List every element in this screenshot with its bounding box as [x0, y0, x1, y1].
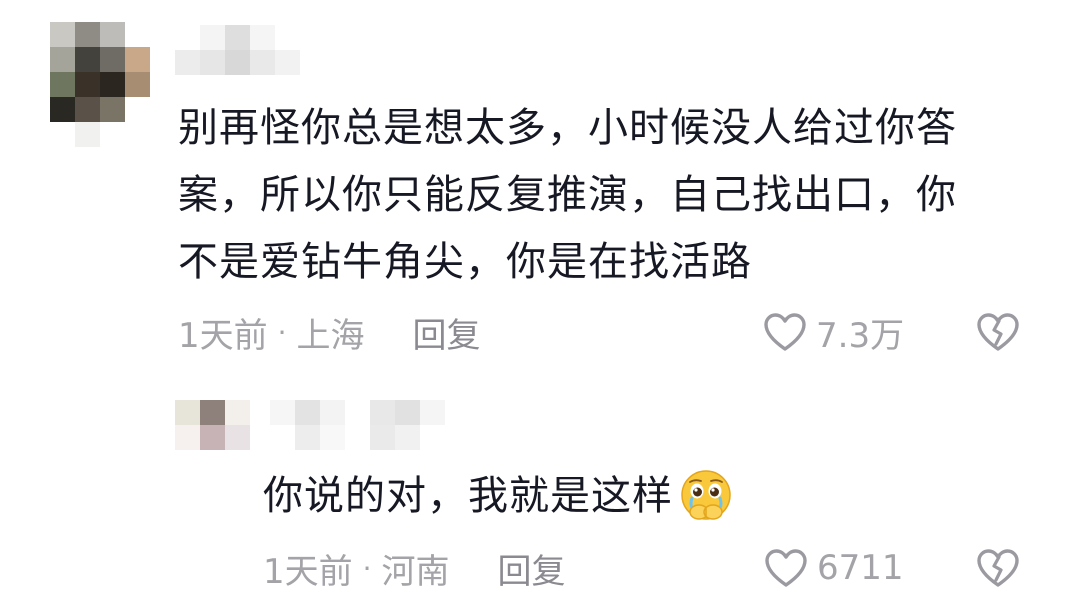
reply-text: 你说的对，我就是这样 [263, 473, 673, 519]
comment-time: 1天前 [178, 315, 268, 356]
comment-meta: 1天前 · 上海 回复 [178, 307, 481, 357]
reply-meta: 1天前 · 河南 回复 [263, 543, 566, 593]
reply-button[interactable]: 回复 [413, 308, 481, 357]
comment-line: 不是爱钻牛角尖，你是在找活路 [178, 239, 752, 285]
reply-time: 1天前 [263, 551, 353, 592]
like-button[interactable]: 6711 [763, 543, 904, 593]
reply-comment-text: 你说的对，我就是这样 [263, 463, 863, 530]
broken-heart-outline-icon [977, 549, 1019, 587]
commenter-avatar[interactable] [50, 22, 150, 147]
comment-location: 上海 [296, 315, 365, 356]
reply-avatar[interactable] [175, 400, 250, 450]
comment-list: 别再怪你总是想太多，小时候没人给过你答 案，所以你只能反复推演，自己找出口，你 … [0, 0, 1080, 603]
pleading-face-with-hands-emoji [681, 469, 731, 520]
comment-line: 案，所以你只能反复推演，自己找出口，你 [178, 172, 957, 218]
reply-button[interactable]: 回复 [498, 544, 566, 593]
like-count: 7.3万 [816, 315, 905, 356]
separator-dot: · [362, 551, 372, 585]
commenter-username[interactable] [175, 25, 300, 75]
like-button[interactable]: 7.3万 [762, 307, 904, 357]
dislike-button[interactable] [975, 307, 1021, 357]
like-count: 6711 [817, 548, 904, 588]
comment-text: 别再怪你总是想太多，小时候没人给过你答 案，所以你只能反复推演，自己找出口，你 … [178, 95, 1028, 296]
broken-heart-outline-icon [977, 313, 1019, 351]
reply-username[interactable] [270, 400, 470, 450]
dislike-button[interactable] [975, 543, 1021, 593]
heart-outline-icon [764, 313, 806, 351]
separator-dot: · [277, 315, 287, 349]
reply-location: 河南 [381, 551, 450, 592]
comment-line: 别再怪你总是想太多，小时候没人给过你答 [178, 105, 957, 151]
heart-outline-icon [765, 549, 807, 587]
